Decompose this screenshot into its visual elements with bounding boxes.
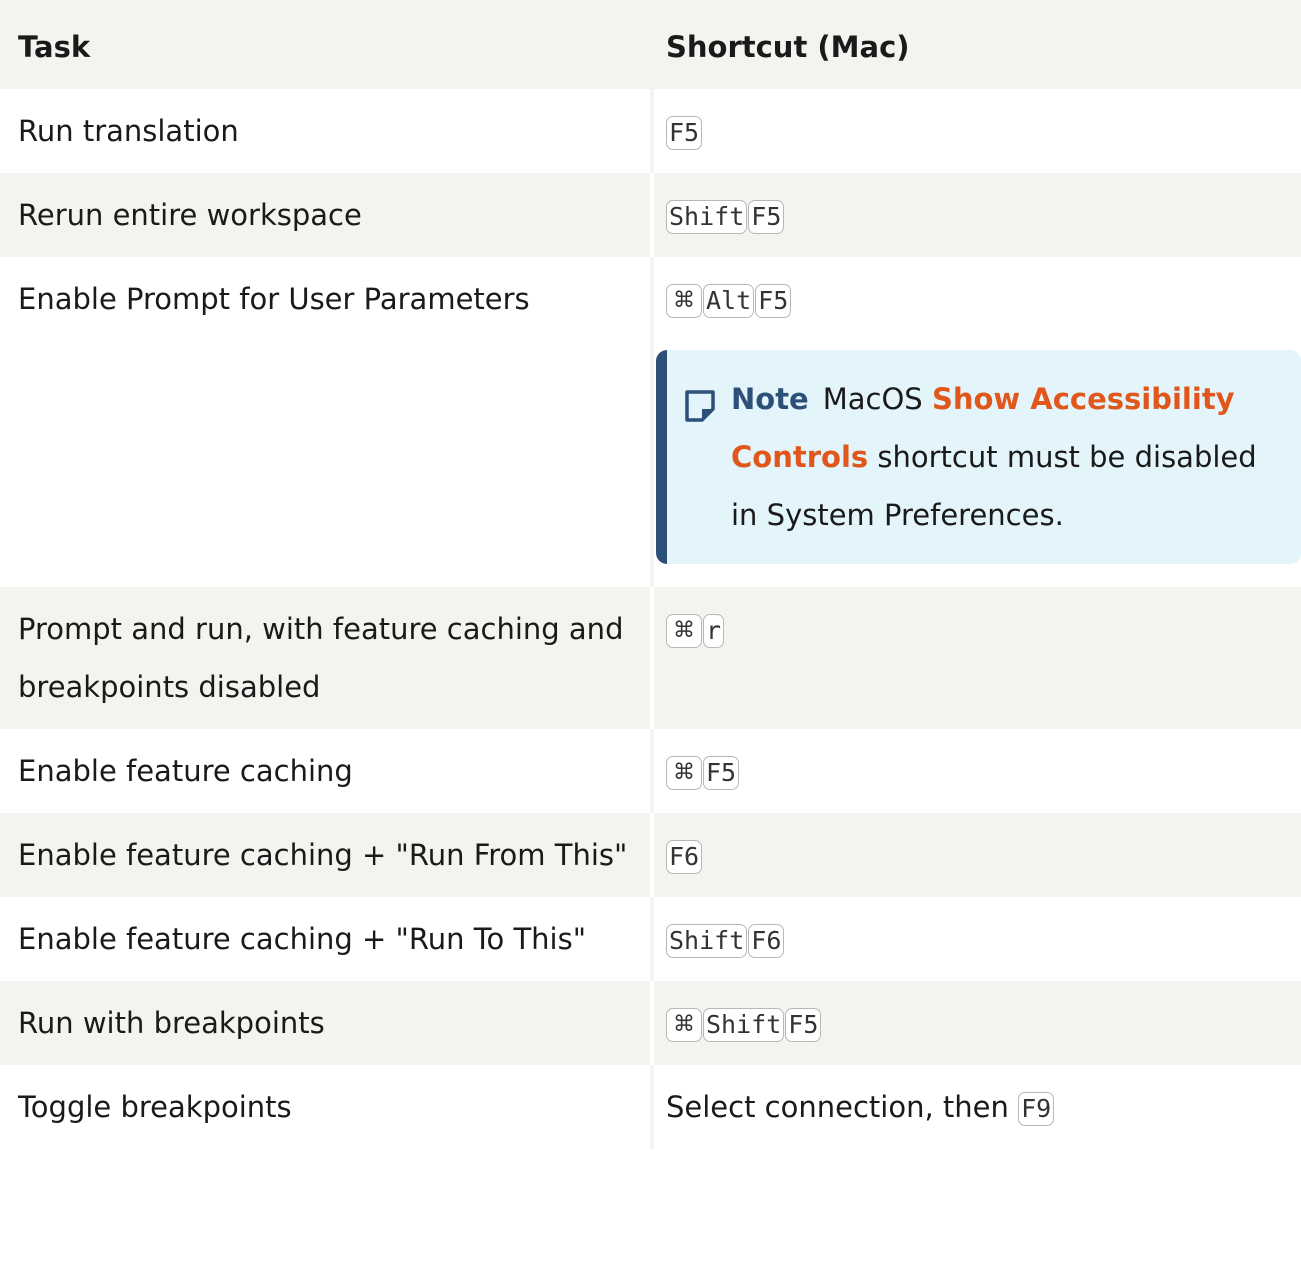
shortcut-cell: Shift F5	[650, 173, 1301, 257]
table-row: Rerun entire workspace Shift F5	[0, 173, 1301, 257]
task-cell: Prompt and run, with feature caching and…	[0, 587, 652, 729]
task-cell: Run with breakpoints	[0, 981, 652, 1065]
key: Shift	[666, 200, 748, 234]
key: F5	[748, 200, 785, 234]
key: F5	[666, 116, 703, 150]
shortcut-cell: ⌘ Alt F5 Note MacOS Show Accessibility Cont…	[650, 257, 1301, 587]
shortcut-cell: F6	[650, 813, 1301, 897]
task-cell: Rerun entire workspace	[0, 173, 652, 257]
command-key: ⌘	[666, 284, 702, 318]
note-text: Note MacOS Show Accessibility Controls sh…	[731, 370, 1277, 544]
shortcut-cell: ⌘ F5	[650, 729, 1301, 813]
task-cell: Toggle breakpoints	[18, 1090, 292, 1124]
task-cell: Enable Prompt for User Parameters	[18, 282, 530, 316]
shortcut-cell: Select connection, then F9	[650, 1065, 1301, 1149]
key: Shift	[703, 1008, 785, 1042]
task-cell: Run translation	[18, 114, 239, 148]
key: F5	[755, 284, 792, 318]
note-callout: Note MacOS Show Accessibility Controls sh…	[656, 350, 1301, 564]
table-row: Enable feature caching + "Run To This" S…	[0, 897, 1301, 981]
key: r	[703, 614, 725, 648]
command-key: ⌘	[666, 756, 702, 790]
header-row: Task Shortcut (Mac)	[0, 0, 1301, 89]
shortcut-cell: ⌘ Shift F5	[650, 981, 1301, 1065]
table-row: Run translation F5	[0, 89, 1301, 173]
shortcut-prefix: Select connection, then	[666, 1090, 1009, 1124]
note-label: Note	[731, 382, 809, 416]
shortcut-cell: F5	[650, 89, 1301, 173]
task-cell: Enable feature caching + "Run To This"	[18, 922, 587, 956]
task-cell: Enable feature caching	[18, 754, 353, 788]
table-row: Enable feature caching ⌘ F5	[0, 729, 1301, 813]
command-key: ⌘	[666, 1008, 702, 1042]
table-row: Enable feature caching + "Run From This"…	[0, 813, 1301, 897]
shortcut-cell: ⌘ r	[650, 587, 1301, 729]
key: F5	[703, 756, 740, 790]
table-row: Run with breakpoints ⌘ Shift F5	[0, 981, 1301, 1065]
command-key: ⌘	[666, 614, 702, 648]
key: F6	[748, 924, 785, 958]
note-icon	[683, 384, 731, 442]
shortcut-cell: Shift F6	[650, 897, 1301, 981]
table-row: Toggle breakpoints Select connection, th…	[0, 1065, 1301, 1149]
task-cell: Enable feature caching + "Run From This"	[0, 813, 652, 897]
header-task: Task	[0, 0, 652, 89]
table-row: Enable Prompt for User Parameters ⌘ Alt F5…	[0, 257, 1301, 587]
key: Shift	[666, 924, 748, 958]
table-row: Prompt and run, with feature caching and…	[0, 587, 1301, 729]
shortcuts-table: Task Shortcut (Mac) Run translation F5 R…	[0, 0, 1301, 1149]
key: Alt	[703, 284, 755, 318]
key: F9	[1018, 1092, 1055, 1126]
header-shortcut: Shortcut (Mac)	[650, 0, 1301, 89]
note-text-before: MacOS	[822, 382, 923, 416]
key: F5	[785, 1008, 822, 1042]
key: F6	[666, 840, 703, 874]
